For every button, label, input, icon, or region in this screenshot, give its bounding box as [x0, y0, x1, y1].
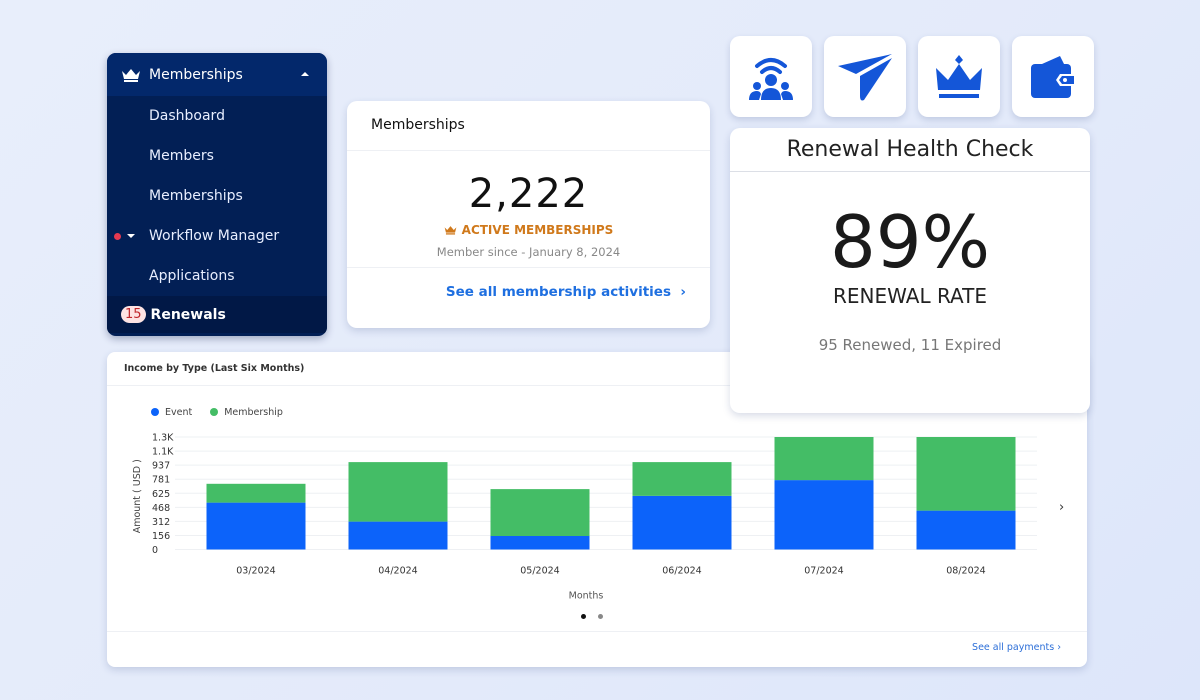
chevron-right-icon: ›: [680, 284, 686, 300]
crown-icon: [444, 226, 457, 235]
community-broadcast-icon: [749, 57, 793, 100]
y-tick-label: 781: [152, 475, 170, 486]
sidebar-item-label: Applications: [149, 268, 235, 284]
y-tick-label: 625: [152, 489, 170, 500]
renewal-health-card: Renewal Health Check 89% RENEWAL RATE 95…: [730, 128, 1090, 413]
bar-event-08-2024: [916, 510, 1016, 550]
x-tick-label: 06/2024: [662, 566, 701, 577]
memberships-crown-button[interactable]: [918, 36, 1000, 117]
x-tick-label: 03/2024: [236, 566, 275, 577]
bar-event-05-2024: [490, 536, 590, 550]
y-tick-label: 937: [152, 461, 170, 472]
bar-event-03-2024: [206, 502, 306, 550]
bar-event-07-2024: [774, 480, 874, 550]
chart-pager: [581, 614, 603, 619]
card-title: Renewal Health Check: [730, 128, 1090, 172]
link-text: See all membership activities: [445, 284, 672, 300]
sidebar-section-memberships[interactable]: Memberships: [107, 53, 327, 96]
sidebar-item-label: Dashboard: [149, 108, 225, 124]
sidebar-item-label: Memberships: [149, 188, 243, 204]
renewal-rate-label: RENEWAL RATE: [832, 284, 988, 308]
count-badge: 15: [121, 306, 146, 323]
pager-dot-1[interactable]: [581, 614, 586, 619]
memberships-card: Memberships 2,222 ACTIVE MEMBERSHIPS Mem…: [347, 101, 710, 328]
chart-next-arrow[interactable]: ›: [1059, 500, 1064, 515]
wallet-icon: [1031, 55, 1076, 98]
sidebar-item-applications[interactable]: Applications: [107, 256, 327, 296]
renewal-rate-value: 89%: [829, 200, 991, 284]
bar-membership-08-2024: [916, 437, 1016, 511]
sidebar-section-label: Memberships: [149, 66, 243, 83]
sidebar-item-dashboard[interactable]: Dashboard: [107, 96, 327, 136]
sidebar-item-label: Renewals: [150, 306, 226, 323]
bar-membership-04-2024: [348, 462, 448, 522]
community-broadcast-button[interactable]: [730, 36, 812, 117]
sidebar-item-workflow-manager[interactable]: Workflow Manager: [107, 216, 327, 256]
crown-icon: [936, 54, 982, 98]
active-memberships-count: 2,222: [468, 171, 589, 217]
x-tick-label: 07/2024: [804, 566, 843, 577]
see-all-payments-link[interactable]: See all payments ›: [972, 642, 1061, 653]
send-plane-icon: [838, 53, 892, 100]
y-tick-label: 0: [152, 545, 158, 556]
bar-membership-05-2024: [490, 489, 590, 536]
sidebar-item-label: Members: [149, 148, 214, 164]
x-tick-label: 04/2024: [378, 566, 417, 577]
bar-membership-06-2024: [632, 462, 732, 496]
y-tick-label: 1.1K: [152, 447, 174, 458]
x-tick-label: 08/2024: [946, 566, 985, 577]
chevron-up-icon[interactable]: [301, 72, 309, 76]
notification-dot: [114, 233, 121, 240]
bar-membership-07-2024: [774, 437, 874, 481]
sidebar-item-members[interactable]: Members: [107, 136, 327, 176]
divider: [107, 631, 1087, 632]
sidebar-item-label: Workflow Manager: [149, 228, 280, 244]
label-text: ACTIVE MEMBERSHIPS: [461, 223, 614, 237]
sidebar-nav: Memberships Dashboard Members Membership…: [107, 53, 327, 336]
x-tick-label: 05/2024: [520, 566, 559, 577]
pager-dot-2[interactable]: [598, 614, 603, 619]
x-axis-label: Months: [569, 591, 604, 602]
bar-membership-03-2024: [206, 483, 306, 503]
bar-event-06-2024: [632, 495, 732, 550]
y-tick-label: 468: [152, 503, 170, 514]
renewal-summary: 95 Renewed, 11 Expired: [818, 336, 1002, 354]
y-tick-label: 1.3K: [152, 433, 174, 444]
member-since-text: Member since - January 8, 2024: [347, 245, 710, 268]
active-memberships-label: ACTIVE MEMBERSHIPS: [347, 223, 710, 237]
y-tick-label: 312: [152, 517, 170, 528]
chevron-down-icon[interactable]: [127, 234, 135, 238]
sidebar-item-renewals[interactable]: 15 Renewals: [107, 296, 327, 333]
y-tick-label: 156: [152, 531, 170, 542]
send-button[interactable]: [824, 36, 906, 117]
sidebar-item-memberships[interactable]: Memberships: [107, 176, 327, 216]
bar-event-04-2024: [348, 521, 448, 550]
y-axis-label: Amount ( USD ): [132, 459, 143, 533]
see-all-membership-activities-link[interactable]: See all membership activities ›: [347, 268, 710, 300]
crown-icon: [122, 68, 140, 82]
card-title: Memberships: [347, 101, 710, 151]
wallet-button[interactable]: [1012, 36, 1094, 117]
